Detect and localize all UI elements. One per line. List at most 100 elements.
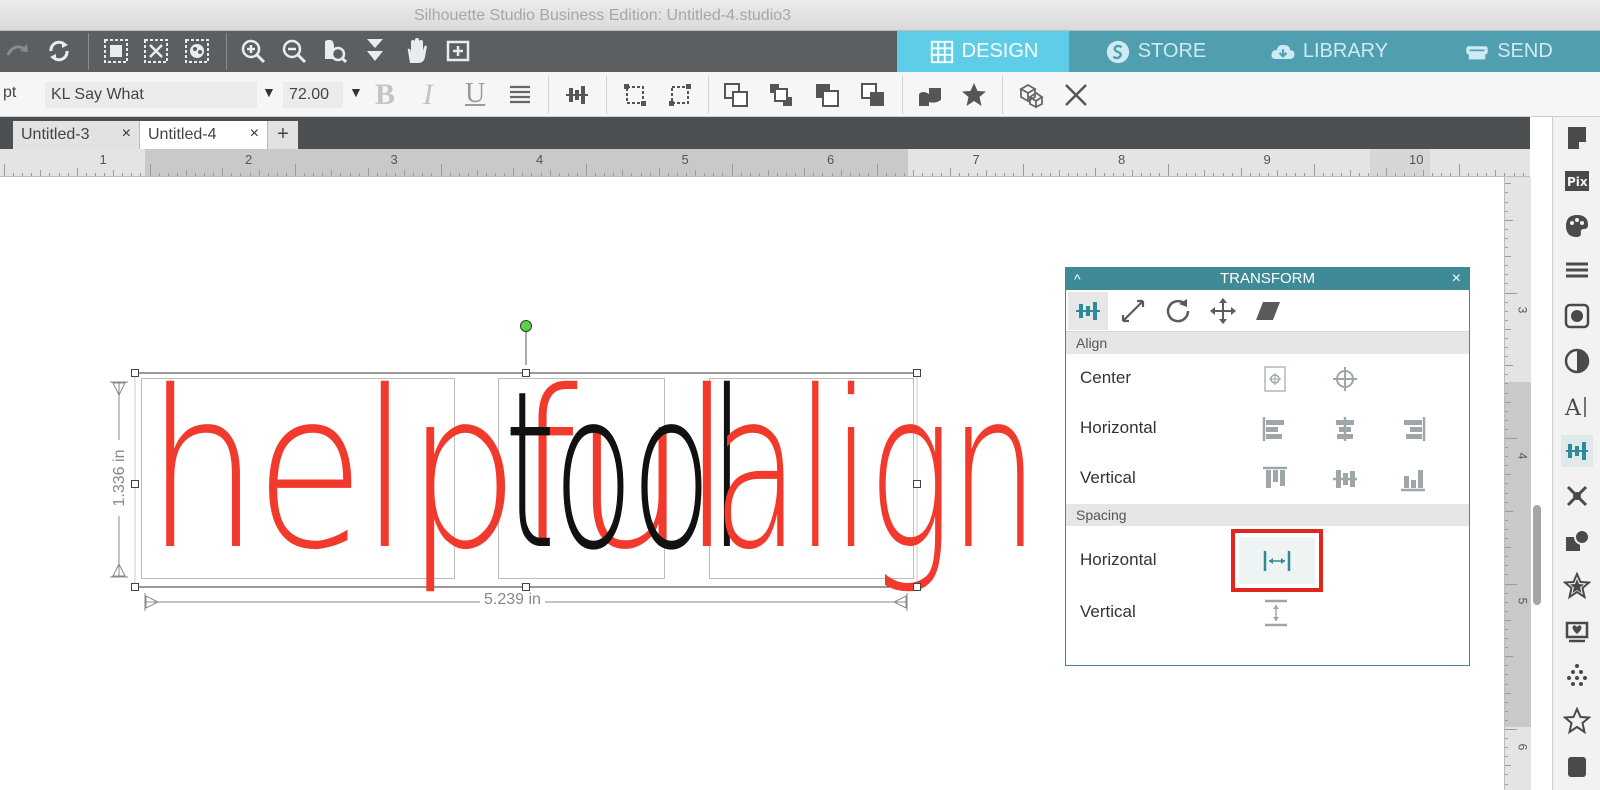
tab-design[interactable]: DESIGN xyxy=(897,31,1069,72)
zoom-in-icon[interactable] xyxy=(237,35,269,67)
close-icon[interactable]: × xyxy=(1452,268,1461,290)
trace-icon[interactable] xyxy=(1561,615,1593,647)
ruler-tick xyxy=(822,173,824,176)
tab-rotate[interactable] xyxy=(1158,292,1198,330)
compound-path-icon[interactable] xyxy=(181,35,213,67)
tab-library[interactable]: LIBRARY xyxy=(1241,31,1416,72)
star-outline-icon[interactable] xyxy=(1561,705,1593,737)
fill-gradient-icon[interactable] xyxy=(1561,345,1593,377)
align-top-icon[interactable] xyxy=(1258,462,1292,496)
ruler-tick xyxy=(886,173,888,176)
center-objects-icon[interactable] xyxy=(1328,362,1362,396)
space-horizontally-icon[interactable] xyxy=(1239,537,1315,584)
zoom-out-icon[interactable] xyxy=(278,35,310,67)
tab-move[interactable] xyxy=(1203,292,1243,330)
zoom-to-selection-icon[interactable] xyxy=(318,35,350,67)
collapse-chevron-icon[interactable]: ^ xyxy=(1074,268,1081,290)
ruler-tick xyxy=(113,170,115,176)
font-family-select[interactable]: KL Say What xyxy=(45,82,257,108)
ruler-tick xyxy=(1431,173,1433,176)
ruler-tick xyxy=(1505,465,1508,467)
vertical-scrollbar[interactable] xyxy=(1533,505,1541,605)
text-style-icon[interactable]: A xyxy=(1561,390,1593,422)
refresh-icon[interactable] xyxy=(43,35,75,67)
pan-hand-icon[interactable] xyxy=(400,35,432,67)
ruler-tick xyxy=(695,170,697,176)
svg-text:Pix: Pix xyxy=(1567,175,1588,189)
ruler-tick xyxy=(504,173,506,176)
fill-pattern-icon[interactable] xyxy=(1561,300,1593,332)
resize-handle[interactable] xyxy=(131,480,139,488)
resize-handle[interactable] xyxy=(131,583,139,591)
modify-icon[interactable] xyxy=(1561,525,1593,557)
resize-handle[interactable] xyxy=(522,583,530,591)
text-object-tool[interactable]: tool xyxy=(504,363,746,581)
resize-handle[interactable] xyxy=(913,583,921,591)
align-bottom-icon[interactable] xyxy=(1396,462,1430,496)
align-right-icon[interactable] xyxy=(1396,412,1430,446)
ruler-tick xyxy=(1505,710,1508,712)
bring-to-front-icon[interactable] xyxy=(720,79,752,111)
ruler-tick xyxy=(1505,610,1508,612)
bring-forward-icon[interactable] xyxy=(765,79,797,111)
pixscan-icon[interactable]: Pix xyxy=(1561,165,1593,197)
close-icon[interactable]: × xyxy=(122,125,131,143)
page-setup-icon[interactable] xyxy=(1561,122,1593,154)
font-family-dropdown-icon[interactable]: ▼ xyxy=(262,84,276,100)
italic-button[interactable]: I xyxy=(423,78,433,112)
tab-send[interactable]: SEND xyxy=(1416,31,1600,72)
offset-star-icon[interactable] xyxy=(1561,570,1593,602)
line-style-icon[interactable] xyxy=(1561,254,1593,286)
align-left-icon[interactable] xyxy=(1258,412,1292,446)
ruler-tick xyxy=(749,173,751,176)
align-middle-vertical-icon[interactable] xyxy=(1328,462,1362,496)
3d-boxes-icon[interactable] xyxy=(1015,79,1047,111)
send-to-back-icon[interactable] xyxy=(857,79,889,111)
underline-button[interactable]: U xyxy=(465,78,485,110)
delete-close-icon[interactable] xyxy=(1060,79,1092,111)
add-tab-button[interactable]: + xyxy=(268,121,298,149)
group-icon[interactable] xyxy=(100,35,132,67)
transform-panel-icon[interactable] xyxy=(1561,435,1593,467)
fill-color-icon[interactable] xyxy=(1561,210,1593,242)
redo-icon[interactable] xyxy=(2,35,34,67)
ruler-tick xyxy=(13,173,15,176)
ruler-tick xyxy=(676,173,678,176)
weld-icon[interactable] xyxy=(914,79,946,111)
doc-tab-untitled-4[interactable]: Untitled-4 × xyxy=(140,121,268,149)
doc-tab-untitled-3[interactable]: Untitled-3 × xyxy=(13,121,140,149)
resize-handle[interactable] xyxy=(522,369,530,377)
bold-button[interactable]: B xyxy=(375,78,395,112)
send-backward-icon[interactable] xyxy=(811,79,843,111)
resize-icon[interactable] xyxy=(664,79,696,111)
close-icon[interactable]: × xyxy=(250,125,259,143)
tab-scale[interactable] xyxy=(1113,292,1153,330)
text-object-align[interactable]: align xyxy=(713,363,1039,581)
space-vertically-icon[interactable] xyxy=(1259,596,1293,630)
font-size-input[interactable]: 72.00 xyxy=(283,82,343,108)
store-bag-icon[interactable] xyxy=(1561,750,1593,780)
star-shape-icon[interactable] xyxy=(958,79,990,111)
ruler-tick xyxy=(413,173,415,176)
replicate-icon[interactable] xyxy=(1561,480,1593,512)
align-center-horizontal-icon[interactable] xyxy=(1328,412,1362,446)
tab-store[interactable]: STORE xyxy=(1069,31,1241,72)
ruler-tick xyxy=(1505,347,1508,349)
side-panel: Pix A xyxy=(1552,117,1600,790)
tab-shear[interactable] xyxy=(1248,292,1288,330)
fit-to-page-icon[interactable] xyxy=(359,35,391,67)
center-to-page-icon[interactable] xyxy=(1258,362,1292,396)
make-same-size-icon[interactable] xyxy=(619,79,651,111)
scale-icon xyxy=(1121,299,1145,323)
page-grid-icon[interactable] xyxy=(442,35,474,67)
align-middle-icon[interactable] xyxy=(561,79,593,111)
resize-handle[interactable] xyxy=(131,369,139,377)
rotation-handle[interactable] xyxy=(520,320,532,332)
tab-align[interactable] xyxy=(1068,292,1108,330)
resize-handle[interactable] xyxy=(913,480,921,488)
text-justify-icon[interactable] xyxy=(504,79,536,111)
resize-handle[interactable] xyxy=(913,369,921,377)
sketch-dots-icon[interactable] xyxy=(1561,660,1593,692)
ungroup-icon[interactable] xyxy=(140,35,172,67)
font-size-dropdown-icon[interactable]: ▼ xyxy=(349,84,363,100)
